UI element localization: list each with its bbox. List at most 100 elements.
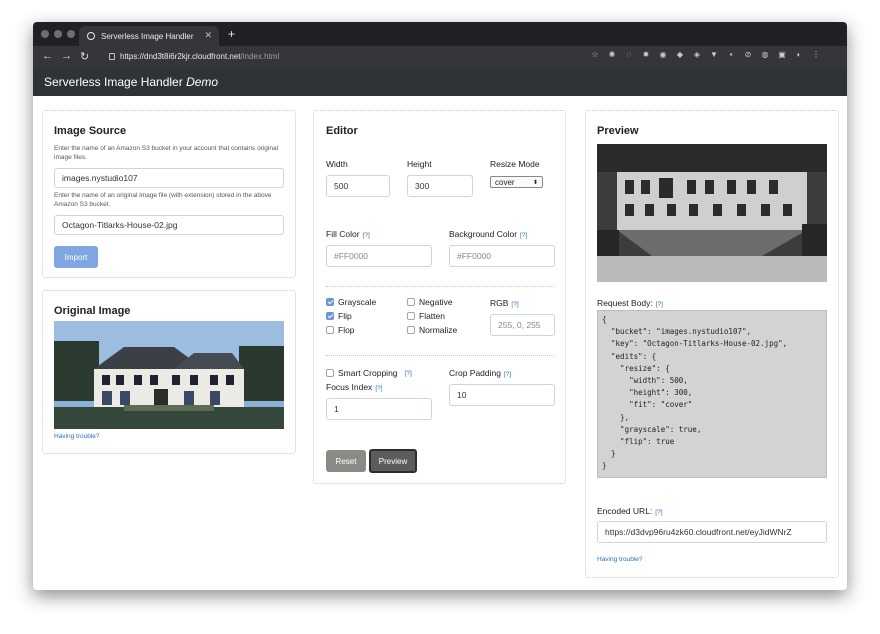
normalize-checkbox[interactable]: Normalize <box>407 325 457 335</box>
extension-icon[interactable]: ◆ <box>676 50 684 60</box>
height-input[interactable]: 300 <box>407 175 473 197</box>
globe-icon <box>87 32 95 40</box>
request-body-code: { "bucket": "images.nystudio107", "key":… <box>602 315 788 471</box>
fill-color-label: Fill Color [?] <box>326 229 370 239</box>
request-body-label-text: Request Body: <box>597 298 653 308</box>
request-body-help-link[interactable]: [?] <box>656 301 663 308</box>
maximize-window-button[interactable] <box>67 30 75 38</box>
checkbox-icon <box>407 326 415 334</box>
smart-cropping-label: Smart Cropping <box>338 368 398 378</box>
extension-icon[interactable]: ◉ <box>659 50 667 60</box>
close-tab-icon[interactable]: ✕ <box>204 30 212 41</box>
flop-label: Flop <box>338 325 355 335</box>
flatten-label: Flatten <box>419 311 445 321</box>
extension-icon[interactable]: ⊘ <box>744 50 752 60</box>
resize-mode-select[interactable]: cover ⬍ <box>490 176 543 188</box>
extension-icon[interactable]: ◍ <box>761 50 769 60</box>
negative-checkbox[interactable]: Negative <box>407 297 453 307</box>
bucket-input[interactable]: images.nystudio107 <box>54 168 284 188</box>
background-color-label-text: Background Color <box>449 229 518 239</box>
grayscale-checkbox[interactable]: Grayscale <box>326 297 376 307</box>
back-icon[interactable]: ← <box>42 50 53 62</box>
browser-window: Serverless Image Handler ✕ + ← → ↻ https… <box>33 22 847 590</box>
crop-padding-input[interactable]: 10 <box>449 384 555 406</box>
request-body-box: { "bucket": "images.nystudio107", "key":… <box>597 310 827 478</box>
bucket-help-text: Enter the name of an Amazon S3 bucket in… <box>54 145 279 161</box>
crop-padding-help-link[interactable]: [?] <box>504 371 511 378</box>
encoded-url-input[interactable]: https://d3dvp96ru4zk60.cloudfront.net/ey… <box>597 521 827 543</box>
original-image <box>54 321 284 429</box>
extension-icon[interactable]: ◌ <box>625 50 633 60</box>
image-source-heading: Image Source <box>54 125 127 137</box>
extension-icon[interactable]: ▪ <box>727 50 735 60</box>
window-controls <box>41 30 75 38</box>
divider <box>326 355 554 356</box>
preview-button[interactable]: Preview <box>369 449 417 473</box>
flop-checkbox[interactable]: Flop <box>326 325 355 335</box>
minimize-window-button[interactable] <box>54 30 62 38</box>
preview-image <box>597 144 827 282</box>
width-input[interactable]: 500 <box>326 175 390 197</box>
focus-index-input[interactable]: 1 <box>326 398 432 420</box>
checkbox-checked-icon <box>326 298 334 306</box>
forward-icon[interactable]: → <box>61 50 72 62</box>
reload-icon[interactable]: ↻ <box>80 50 89 63</box>
background-color-input[interactable]: #FF0000 <box>449 245 555 267</box>
preview-trouble-link[interactable]: Having trouble? <box>597 556 643 563</box>
url-path: /index.html <box>240 52 280 61</box>
rgb-help-link[interactable]: [?] <box>511 301 518 308</box>
checkbox-icon <box>407 298 415 306</box>
height-label: Height <box>407 159 432 169</box>
rgb-label-text: RGB <box>490 298 509 308</box>
smart-cropping-help-link[interactable]: [?] <box>405 370 412 377</box>
browser-tab[interactable]: Serverless Image Handler ✕ <box>79 26 219 46</box>
app-title-suffix: Demo <box>186 75 219 89</box>
checkbox-checked-icon <box>326 312 334 320</box>
menu-icon[interactable]: ⋮ <box>812 50 820 60</box>
rgb-input[interactable]: 255, 0, 255 <box>490 314 555 336</box>
flip-checkbox[interactable]: Flip <box>326 311 352 321</box>
bookmark-star-icon[interactable]: ☆ <box>591 50 599 60</box>
background-color-help-link[interactable]: [?] <box>520 232 527 239</box>
import-button[interactable]: Import <box>54 246 98 268</box>
address-bar[interactable]: https://dnd3t8i6r2kjr.cloudfront.net/ind… <box>103 48 573 65</box>
app-title: Serverless Image Handler <box>44 75 183 89</box>
extension-icon[interactable]: ✺ <box>608 50 616 60</box>
smart-cropping-checkbox[interactable]: Smart Cropping [?] <box>326 368 412 378</box>
resize-mode-label: Resize Mode <box>490 159 540 169</box>
key-help-text: Enter the name of an original image file… <box>54 192 272 208</box>
new-tab-icon[interactable]: + <box>228 27 235 41</box>
flatten-checkbox[interactable]: Flatten <box>407 311 445 321</box>
fill-color-label-text: Fill Color <box>326 229 360 239</box>
tab-title: Serverless Image Handler <box>101 31 194 41</box>
checkbox-icon <box>407 312 415 320</box>
tab-bar: Serverless Image Handler ✕ + <box>33 22 847 46</box>
fill-color-help-link[interactable]: [?] <box>363 232 370 239</box>
fill-color-input[interactable]: #FF0000 <box>326 245 432 267</box>
extension-icon[interactable]: ▼ <box>710 50 718 60</box>
profile-icon[interactable]: ◐ <box>795 50 803 60</box>
focus-index-label: Focus Index [?] <box>326 382 383 392</box>
editor-card: Editor Width 500 Height 300 Resize Mode … <box>313 110 566 484</box>
select-arrows-icon: ⬍ <box>532 179 538 186</box>
divider <box>326 286 554 287</box>
encoded-url-label-text: Encoded URL: <box>597 506 653 516</box>
reset-button[interactable]: Reset <box>326 450 366 472</box>
checkbox-icon <box>326 326 334 334</box>
close-window-button[interactable] <box>41 30 49 38</box>
url-host: https://dnd3t8i6r2kjr.cloudfront.net <box>120 52 241 61</box>
extension-icon[interactable]: ▣ <box>778 50 786 60</box>
extension-icon[interactable]: ✹ <box>642 50 650 60</box>
normalize-label: Normalize <box>419 325 458 335</box>
image-source-card: Image Source Enter the name of an Amazon… <box>42 110 296 278</box>
grayscale-label: Grayscale <box>338 297 377 307</box>
browser-toolbar: ← → ↻ https://dnd3t8i6r2kjr.cloudfront.n… <box>33 46 847 68</box>
encoded-url-help-link[interactable]: [?] <box>655 509 662 516</box>
crop-padding-label-text: Crop Padding <box>449 368 501 378</box>
editor-heading: Editor <box>326 125 358 137</box>
extension-icon[interactable]: ◈ <box>693 50 701 60</box>
focus-index-help-link[interactable]: [?] <box>375 385 382 392</box>
extension-icons: ☆ ✺ ◌ ✹ ◉ ◆ ◈ ▼ ▪ ⊘ ◍ ▣ ◐ ⋮ <box>591 50 820 60</box>
key-input[interactable]: Octagon-Titlarks-House-02.jpg <box>54 215 284 235</box>
original-trouble-link[interactable]: Having trouble? <box>54 433 100 440</box>
